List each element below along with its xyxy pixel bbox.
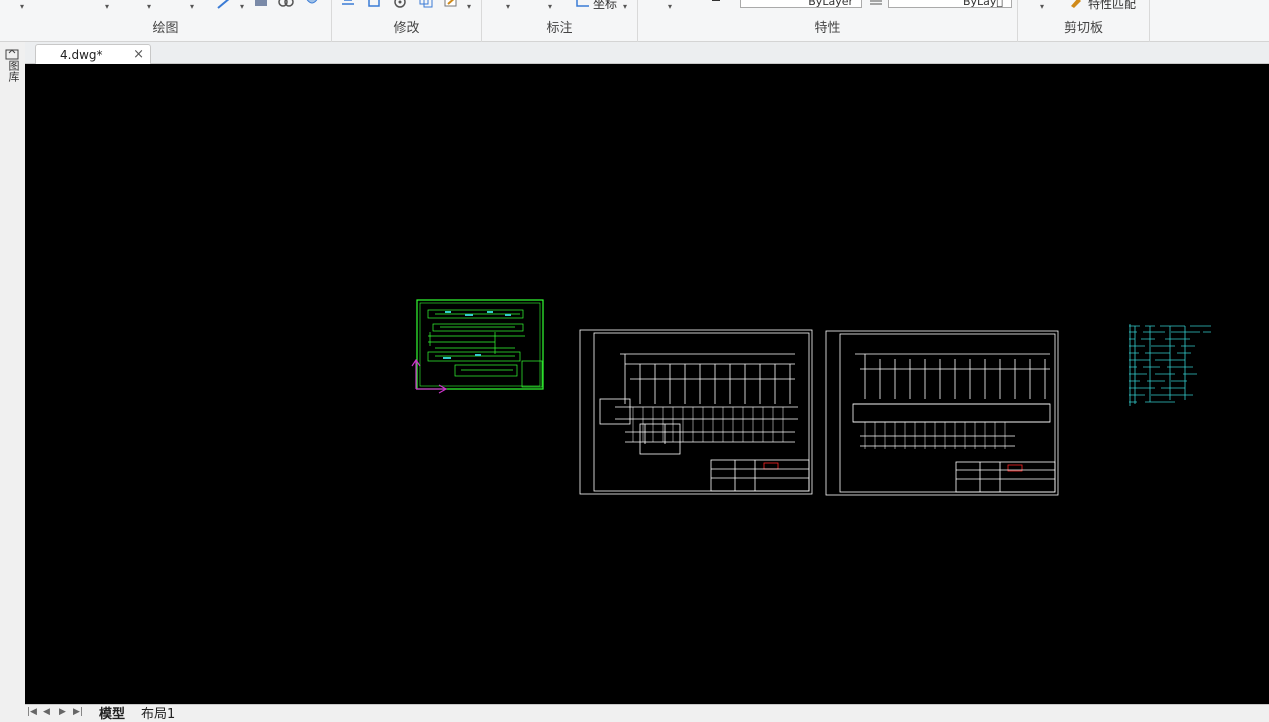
ribbon-group-properties: ▾ ByLayer ByLay  特性 [638, 0, 1018, 42]
ribbon-group-clipboard: ▾ 特性匹配 剪切板 [1018, 0, 1150, 42]
ribbon-group-annotate: ▾ ▾ 坐标 ▾ 标注 [482, 0, 638, 42]
ribbon-group-label: 剪切板 [1063, 21, 1103, 36]
scale-tool-icon[interactable] [366, 0, 382, 10]
linetype-select[interactable]: ByLayer [740, 0, 862, 8]
document-tab-label: 4.dwg* [60, 48, 103, 62]
dropdown-caret-icon[interactable]: ▾ [668, 2, 672, 11]
ribbon-group-modify: ▾ 修改 [332, 0, 482, 42]
dropdown-caret-icon[interactable]: ▾ [20, 2, 24, 11]
stretch-tool-icon[interactable] [340, 0, 356, 10]
first-layout-button[interactable]: |◀ [27, 707, 37, 717]
line-tool-icon[interactable] [216, 0, 232, 10]
ribbon-group-draw: ▾ ▾ ▾ ▾ ▾ 绘图 [0, 0, 332, 42]
ribbon-group-label: 绘图 [152, 21, 179, 36]
document-tab[interactable]: 4.dwg* × [35, 44, 151, 64]
offset-tool-icon[interactable] [392, 0, 408, 10]
last-layout-button[interactable]: ▶| [73, 707, 83, 717]
dropdown-caret-icon[interactable]: ▾ [1040, 2, 1044, 11]
coordinate-button[interactable]: 坐标 [593, 0, 617, 12]
next-layout-button[interactable]: ▶ [59, 707, 66, 717]
drawing-canvas[interactable] [25, 64, 1269, 704]
tab-model[interactable]: 模型 [99, 703, 125, 722]
ribbon-group-label: 特性 [814, 21, 841, 36]
dropdown-caret-icon[interactable]: ▾ [240, 2, 244, 11]
dropdown-caret-icon[interactable]: ▾ [105, 2, 109, 11]
dropdown-caret-icon[interactable]: ▾ [147, 2, 151, 11]
dropdown-caret-icon[interactable]: ▾ [506, 2, 510, 11]
match-properties-icon[interactable] [1068, 0, 1084, 10]
dropdown-caret-icon[interactable]: ▾ [190, 2, 194, 11]
drawing-sheet-2[interactable] [579, 329, 813, 495]
lineweight-icon[interactable] [868, 0, 884, 10]
drawing-sheet-1[interactable] [416, 299, 544, 390]
close-icon[interactable]: × [133, 47, 144, 62]
lineweight-select[interactable]: ByLay  [888, 0, 1012, 8]
model-space-view [411, 299, 1211, 496]
hatch-tool-icon[interactable] [253, 0, 269, 10]
prev-layout-button[interactable]: ◀ [43, 707, 50, 717]
drawing-text-block[interactable] [1129, 324, 1211, 406]
edit-tool-icon[interactable] [444, 0, 460, 10]
match-properties-button[interactable]: 特性匹配 [1088, 0, 1136, 12]
layout-tab-bar: |◀ ◀ ▶ ▶| 模型 布局1 [25, 704, 1269, 722]
boundary-tool-icon[interactable] [304, 0, 320, 10]
dropdown-caret-icon[interactable]: ▾ [467, 2, 471, 11]
ribbon: ▾ ▾ ▾ ▾ ▾ 绘图 ▾ 修改 ▾ ▾ 坐标 ▾ 标注 ▾ ByLayer … [0, 0, 1269, 42]
left-dock-panel: 图库 [0, 42, 25, 714]
copy-tool-icon[interactable] [418, 0, 434, 10]
ribbon-group-label: 标注 [546, 21, 573, 36]
tab-layout1[interactable]: 布局1 [141, 703, 175, 722]
dock-pin-icon[interactable] [5, 48, 19, 60]
coordinate-icon[interactable] [575, 0, 591, 10]
library-panel-tab[interactable]: 图库 [5, 60, 20, 82]
document-tab-strip: 4.dwg* × [25, 42, 1269, 64]
dropdown-caret-icon[interactable]: ▾ [548, 2, 552, 11]
region-tool-icon[interactable] [278, 0, 294, 10]
dropdown-caret-icon[interactable]: ▾ [623, 2, 627, 11]
ribbon-group-label: 修改 [393, 21, 420, 36]
drawing-sheet-3[interactable] [825, 330, 1059, 496]
color-swatch-icon[interactable] [712, 0, 720, 1]
